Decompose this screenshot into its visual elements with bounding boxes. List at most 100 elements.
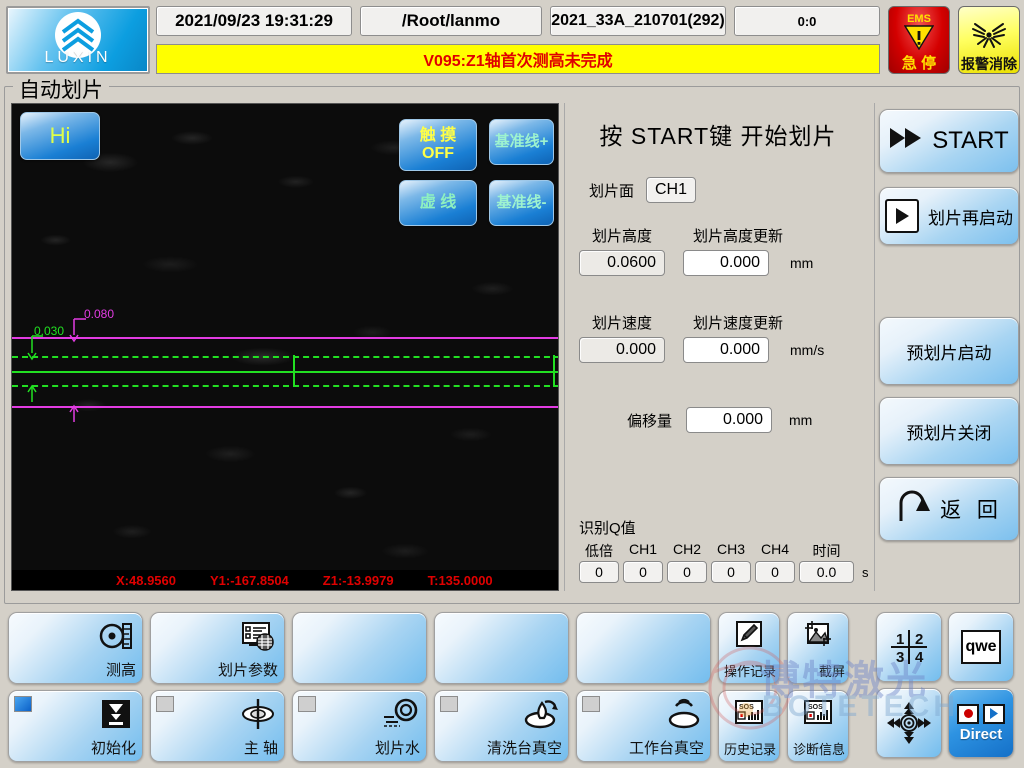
q-value-time: 0.0 bbox=[799, 561, 854, 583]
path-display[interactable]: /Root/lanmo bbox=[360, 6, 542, 36]
toolbar-empty-1[interactable] bbox=[292, 612, 427, 684]
operation-log-button[interactable]: 操作记录 bbox=[718, 612, 780, 684]
q-header-time: 时间 bbox=[812, 543, 841, 559]
height-current-label: 划片高度 bbox=[591, 228, 652, 245]
instruction-title: 按 START键 开始划片 bbox=[599, 123, 837, 149]
init-arrow-icon bbox=[98, 696, 134, 732]
keyboard-label: qwe bbox=[965, 638, 997, 655]
dicing-face-row: 划片面 CH1 bbox=[589, 177, 871, 203]
play-icon bbox=[885, 199, 919, 233]
sos-chart-icon: SOS bbox=[733, 697, 765, 727]
operation-log-label: 操作记录 bbox=[723, 664, 776, 679]
height-update-label: 划片高度更新 bbox=[692, 228, 783, 245]
counter-display: 0:0 bbox=[734, 6, 880, 36]
speed-parameter-group: 划片速度 划片速度更新 0.000 0.000 mm/s bbox=[565, 312, 871, 363]
center-tick-icon bbox=[293, 355, 295, 387]
spindle-icon bbox=[240, 696, 276, 732]
qwerty-icon: qwe bbox=[961, 630, 1001, 664]
clean-stage-vacuum-label: 清洗台真空 bbox=[486, 740, 562, 757]
numpad-icon: 12 34 bbox=[891, 630, 927, 666]
offset-row: 偏移量 0.000 mm bbox=[627, 407, 871, 433]
back-label: 返 回 bbox=[940, 499, 1003, 522]
logo-text: LUXIN bbox=[44, 49, 112, 66]
reference-line-plus-button[interactable]: 基准线+ bbox=[489, 119, 554, 165]
record-icon bbox=[957, 703, 979, 724]
dicing-water-button[interactable]: 划片水 bbox=[292, 690, 427, 762]
initialize-button[interactable]: 初始化 bbox=[8, 690, 143, 762]
offset-unit: mm bbox=[789, 412, 813, 428]
coord-y1: Y1:-167.8504 bbox=[210, 572, 289, 588]
auto-dicing-panel: 自动划片 0.080 0.030 Hi 触 摸 OFF 虚 线 基准线+ 基准线… bbox=[4, 74, 1020, 604]
screenshot-label: 截屏 bbox=[818, 664, 845, 679]
speed-update-field[interactable]: 0.000 bbox=[683, 337, 769, 363]
pre-stop-label: 预划片关闭 bbox=[906, 423, 992, 443]
touch-label-line1: 触 摸 bbox=[419, 126, 457, 144]
clean-stage-vacuum-button[interactable]: 清洗台真空 bbox=[434, 690, 569, 762]
q-value-ch3: 0 bbox=[711, 561, 751, 583]
history-record-button[interactable]: SOS 历史记录 bbox=[718, 690, 780, 762]
diagnostic-info-label: 诊断信息 bbox=[792, 742, 845, 757]
alarm-clear-label: 报警消除 bbox=[961, 56, 1017, 72]
company-logo: LUXIN bbox=[6, 6, 150, 74]
svg-text:SOS: SOS bbox=[739, 704, 754, 711]
keyboard-button[interactable]: qwe bbox=[948, 612, 1014, 682]
height-measure-button[interactable]: 测高 bbox=[8, 612, 143, 684]
header-bar: LUXIN 2021/09/23 19:31:29 /Root/lanmo 20… bbox=[0, 0, 1024, 82]
work-stage-vacuum-label: 工作台真空 bbox=[628, 740, 704, 757]
ref-minus-label: 基准线- bbox=[496, 194, 547, 212]
datetime-display: 2021/09/23 19:31:29 bbox=[156, 6, 352, 36]
spindle-button[interactable]: 主 轴 bbox=[150, 690, 285, 762]
utility-button-group: 12 34 qwe Direct bbox=[876, 612, 1014, 764]
magenta-measure-label: 0.080 bbox=[84, 307, 115, 321]
diagnostic-info-button[interactable]: SOS 诊断信息 bbox=[787, 690, 849, 762]
history-record-label: 历史记录 bbox=[723, 742, 776, 757]
q-value-row: 0 0 0 0 0 0.0 s bbox=[579, 561, 869, 583]
dicing-face-value[interactable]: CH1 bbox=[646, 177, 697, 203]
work-stage-vacuum-button[interactable]: 工作台真空 bbox=[576, 690, 711, 762]
dicing-water-label: 划片水 bbox=[374, 740, 420, 757]
svg-text:3: 3 bbox=[896, 649, 904, 666]
jog-pad-button[interactable] bbox=[876, 688, 942, 758]
numpad-button[interactable]: 12 34 bbox=[876, 612, 942, 682]
fast-forward-icon bbox=[889, 127, 923, 156]
dashed-line-button[interactable]: 虚 线 bbox=[399, 180, 477, 226]
hi-magnification-button[interactable]: Hi bbox=[20, 112, 100, 160]
spindle-status-indicator bbox=[156, 696, 174, 712]
q-value-unit: s bbox=[862, 564, 869, 580]
height-measure-label: 测高 bbox=[105, 662, 136, 679]
svg-text:SOS: SOS bbox=[808, 704, 823, 711]
height-update-field[interactable]: 0.000 bbox=[683, 250, 769, 276]
back-button[interactable]: 返 回 bbox=[879, 477, 1019, 541]
offset-field[interactable]: 0.000 bbox=[686, 407, 773, 433]
toolbar-empty-3[interactable] bbox=[576, 612, 711, 684]
work-stage-vacuum-status-indicator bbox=[582, 696, 600, 712]
screenshot-icon bbox=[802, 619, 834, 649]
recipe-display[interactable]: 2021_33A_210701(292) bbox=[550, 6, 726, 36]
start-button[interactable]: START bbox=[879, 109, 1019, 173]
svg-text:4: 4 bbox=[915, 649, 924, 666]
pencil-icon bbox=[733, 619, 765, 649]
toolbar-empty-2[interactable] bbox=[434, 612, 569, 684]
coordinate-readout: X:48.9560 Y1:-167.8504 Z1:-13.9979 T:135… bbox=[12, 570, 558, 590]
restart-dicing-button[interactable]: 划片再启动 bbox=[879, 187, 1019, 245]
reference-line-minus-button[interactable]: 基准线- bbox=[489, 180, 554, 226]
header-center: 2021/09/23 19:31:29 /Root/lanmo 2021_33A… bbox=[156, 6, 880, 74]
camera-view[interactable]: 0.080 0.030 Hi 触 摸 OFF 虚 线 基准线+ 基准线- X:4… bbox=[11, 103, 559, 591]
coord-t: T:135.0000 bbox=[427, 572, 493, 588]
dashed-label: 虚 线 bbox=[419, 193, 457, 211]
panel-title: 自动划片 bbox=[13, 74, 109, 104]
alarm-clear-button[interactable]: 报警消除 bbox=[958, 6, 1020, 74]
alarm-message-bar: V095:Z1轴首次测高未完成 bbox=[156, 44, 880, 74]
emergency-stop-button[interactable]: EMS 急 停 bbox=[888, 6, 950, 74]
pre-dicing-stop-button[interactable]: 预划片关闭 bbox=[879, 397, 1019, 465]
pre-dicing-start-button[interactable]: 预划片启动 bbox=[879, 317, 1019, 385]
q-header-low: 低倍 bbox=[585, 543, 613, 559]
touch-toggle-button[interactable]: 触 摸 OFF bbox=[399, 119, 477, 171]
ems-cn-label: 急 停 bbox=[901, 55, 937, 72]
bottom-toolbar: 测高 划片参数 操作记录 截屏 初始化 主 轴 划片水 清洗台真空 工作台真空 … bbox=[0, 606, 1024, 768]
dicing-parameter-button[interactable]: 划片参数 bbox=[150, 612, 285, 684]
direct-mode-button[interactable]: Direct bbox=[948, 688, 1014, 758]
speed-current-field: 0.000 bbox=[579, 337, 665, 363]
screenshot-button[interactable]: 截屏 bbox=[787, 612, 849, 684]
alarm-burst-icon bbox=[971, 20, 1007, 55]
